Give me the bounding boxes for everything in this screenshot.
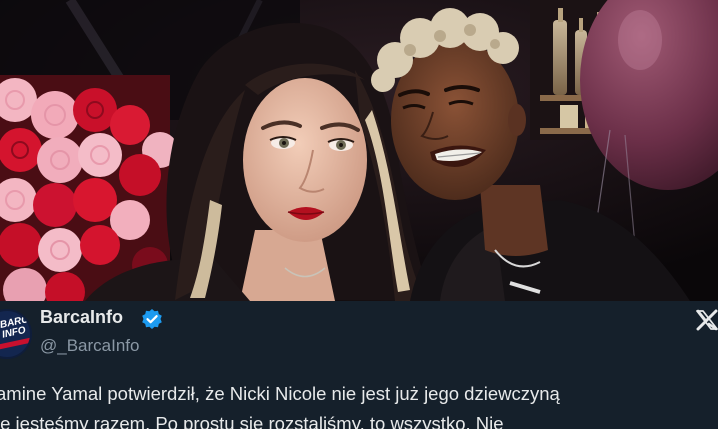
handle[interactable]: @_BarcaInfo <box>40 336 139 356</box>
display-name[interactable]: BarcaInfo <box>40 307 123 328</box>
tweet-photo[interactable] <box>0 0 718 301</box>
tweet-card: BARCA INFO BarcaInfo @_BarcaInfo amine Y… <box>0 301 718 429</box>
x-logo-icon[interactable] <box>694 307 718 333</box>
tweet-text-line: ie jesteśmy razem. Po prostu się rozstal… <box>0 413 504 429</box>
verified-badge-icon <box>142 309 162 329</box>
tweet-text: amine Yamal potwierdził, że Nicki Nicole… <box>0 379 718 429</box>
avatar[interactable]: BARCA INFO <box>0 309 32 359</box>
tweet-screenshot: BARCA INFO BarcaInfo @_BarcaInfo amine Y… <box>0 0 718 429</box>
couple-photo <box>0 0 718 301</box>
tweet-text-line: amine Yamal potwierdził, że Nicki Nicole… <box>0 383 560 404</box>
barcainfo-logo-icon: BARCA INFO <box>0 312 32 341</box>
